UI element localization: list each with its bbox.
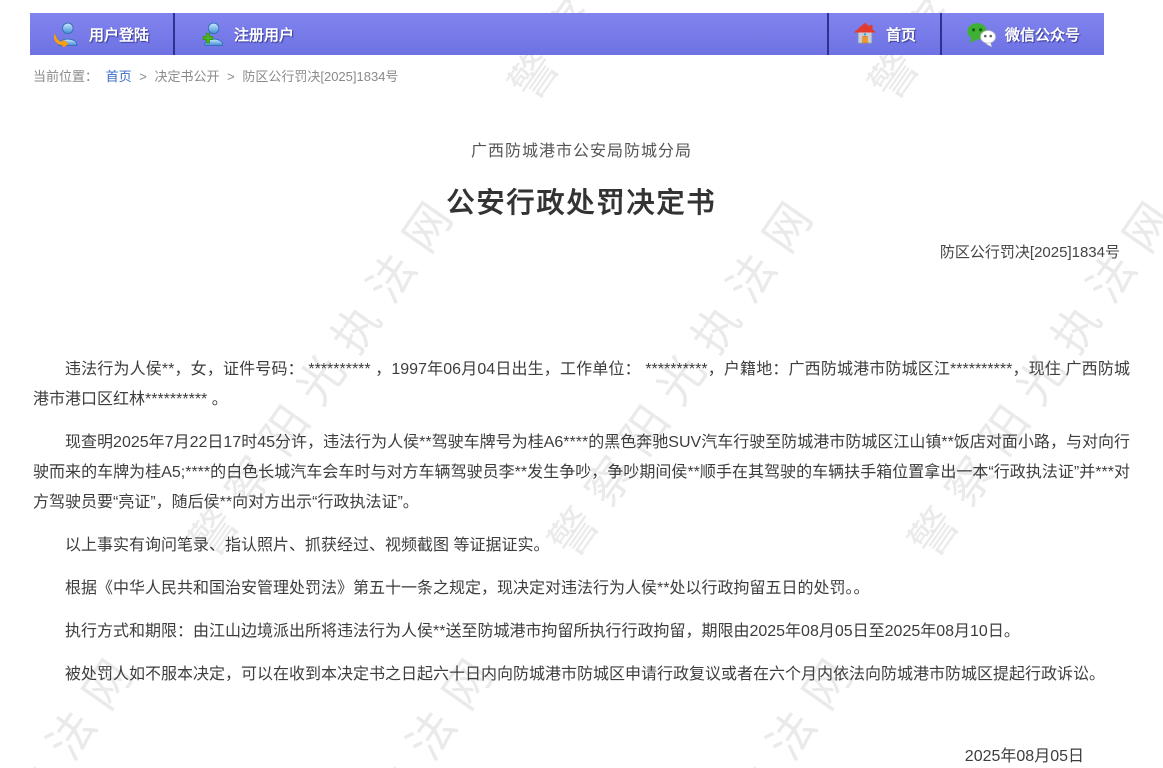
- top-navbar: 用户登陆 注册用户 首页: [30, 13, 1104, 55]
- paragraph: 根据《中华人民共和国治安管理处罚法》第五十一条之规定，现决定对违法行为人侯**处…: [33, 574, 1130, 604]
- home-icon: [853, 22, 877, 46]
- nav-item-label: 注册用户: [234, 24, 294, 45]
- breadcrumb-current: 防区公行罚决[2025]1834号: [242, 69, 398, 84]
- document-body: 违法行为人侯**，女，证件号码： ********** ，1997年06月04日…: [33, 355, 1130, 690]
- nav-item-label: 首页: [886, 24, 916, 45]
- nav-item-wechat[interactable]: 微信公众号: [942, 13, 1104, 55]
- paragraph: 执行方式和期限：由江山边境派出所将违法行为人侯**送至防城港市拘留所执行行政拘留…: [33, 617, 1130, 647]
- document-number: 防区公行罚决[2025]1834号: [33, 241, 1130, 262]
- breadcrumb-level: 决定书公开: [155, 69, 220, 84]
- breadcrumb-separator: >: [139, 69, 147, 84]
- breadcrumb-prefix: 当前位置：: [33, 69, 98, 84]
- paragraph: 违法行为人侯**，女，证件号码： ********** ，1997年06月04日…: [33, 355, 1130, 415]
- document-title: 公安行政处罚决定书: [33, 181, 1130, 221]
- nav-item-home[interactable]: 首页: [829, 13, 940, 55]
- nav-item-label: 用户登陆: [89, 24, 149, 45]
- breadcrumb-home-link[interactable]: 首页: [106, 69, 132, 84]
- document-date: 2025年08月05日: [33, 742, 1130, 766]
- user-login-icon: [54, 21, 80, 47]
- breadcrumb: 当前位置： 首页 > 决定书公开 > 防区公行罚决[2025]1834号: [33, 66, 402, 85]
- wechat-icon: [966, 22, 996, 47]
- user-register-icon: [199, 21, 225, 47]
- nav-item-register[interactable]: 注册用户: [175, 13, 318, 55]
- paragraph: 以上事实有询问笔录、指认照片、抓获经过、视频截图 等证据证实。: [33, 531, 1130, 561]
- issuing-agency: 广西防城港市公安局防城分局: [33, 137, 1130, 161]
- nav-spacer: [318, 13, 827, 55]
- paragraph: 被处罚人如不服本决定，可以在收到本决定书之日起六十日内向防城港市防城区申请行政复…: [33, 660, 1130, 690]
- paragraph: 现查明2025年7月22日17时45分许，违法行为人侯**驾驶车牌号为桂A6**…: [33, 428, 1130, 518]
- breadcrumb-separator: >: [227, 69, 235, 84]
- nav-item-login[interactable]: 用户登陆: [30, 13, 173, 55]
- penalty-decision-document: 广西防城港市公安局防城分局 公安行政处罚决定书 防区公行罚决[2025]1834…: [0, 95, 1163, 766]
- nav-item-label: 微信公众号: [1005, 24, 1080, 45]
